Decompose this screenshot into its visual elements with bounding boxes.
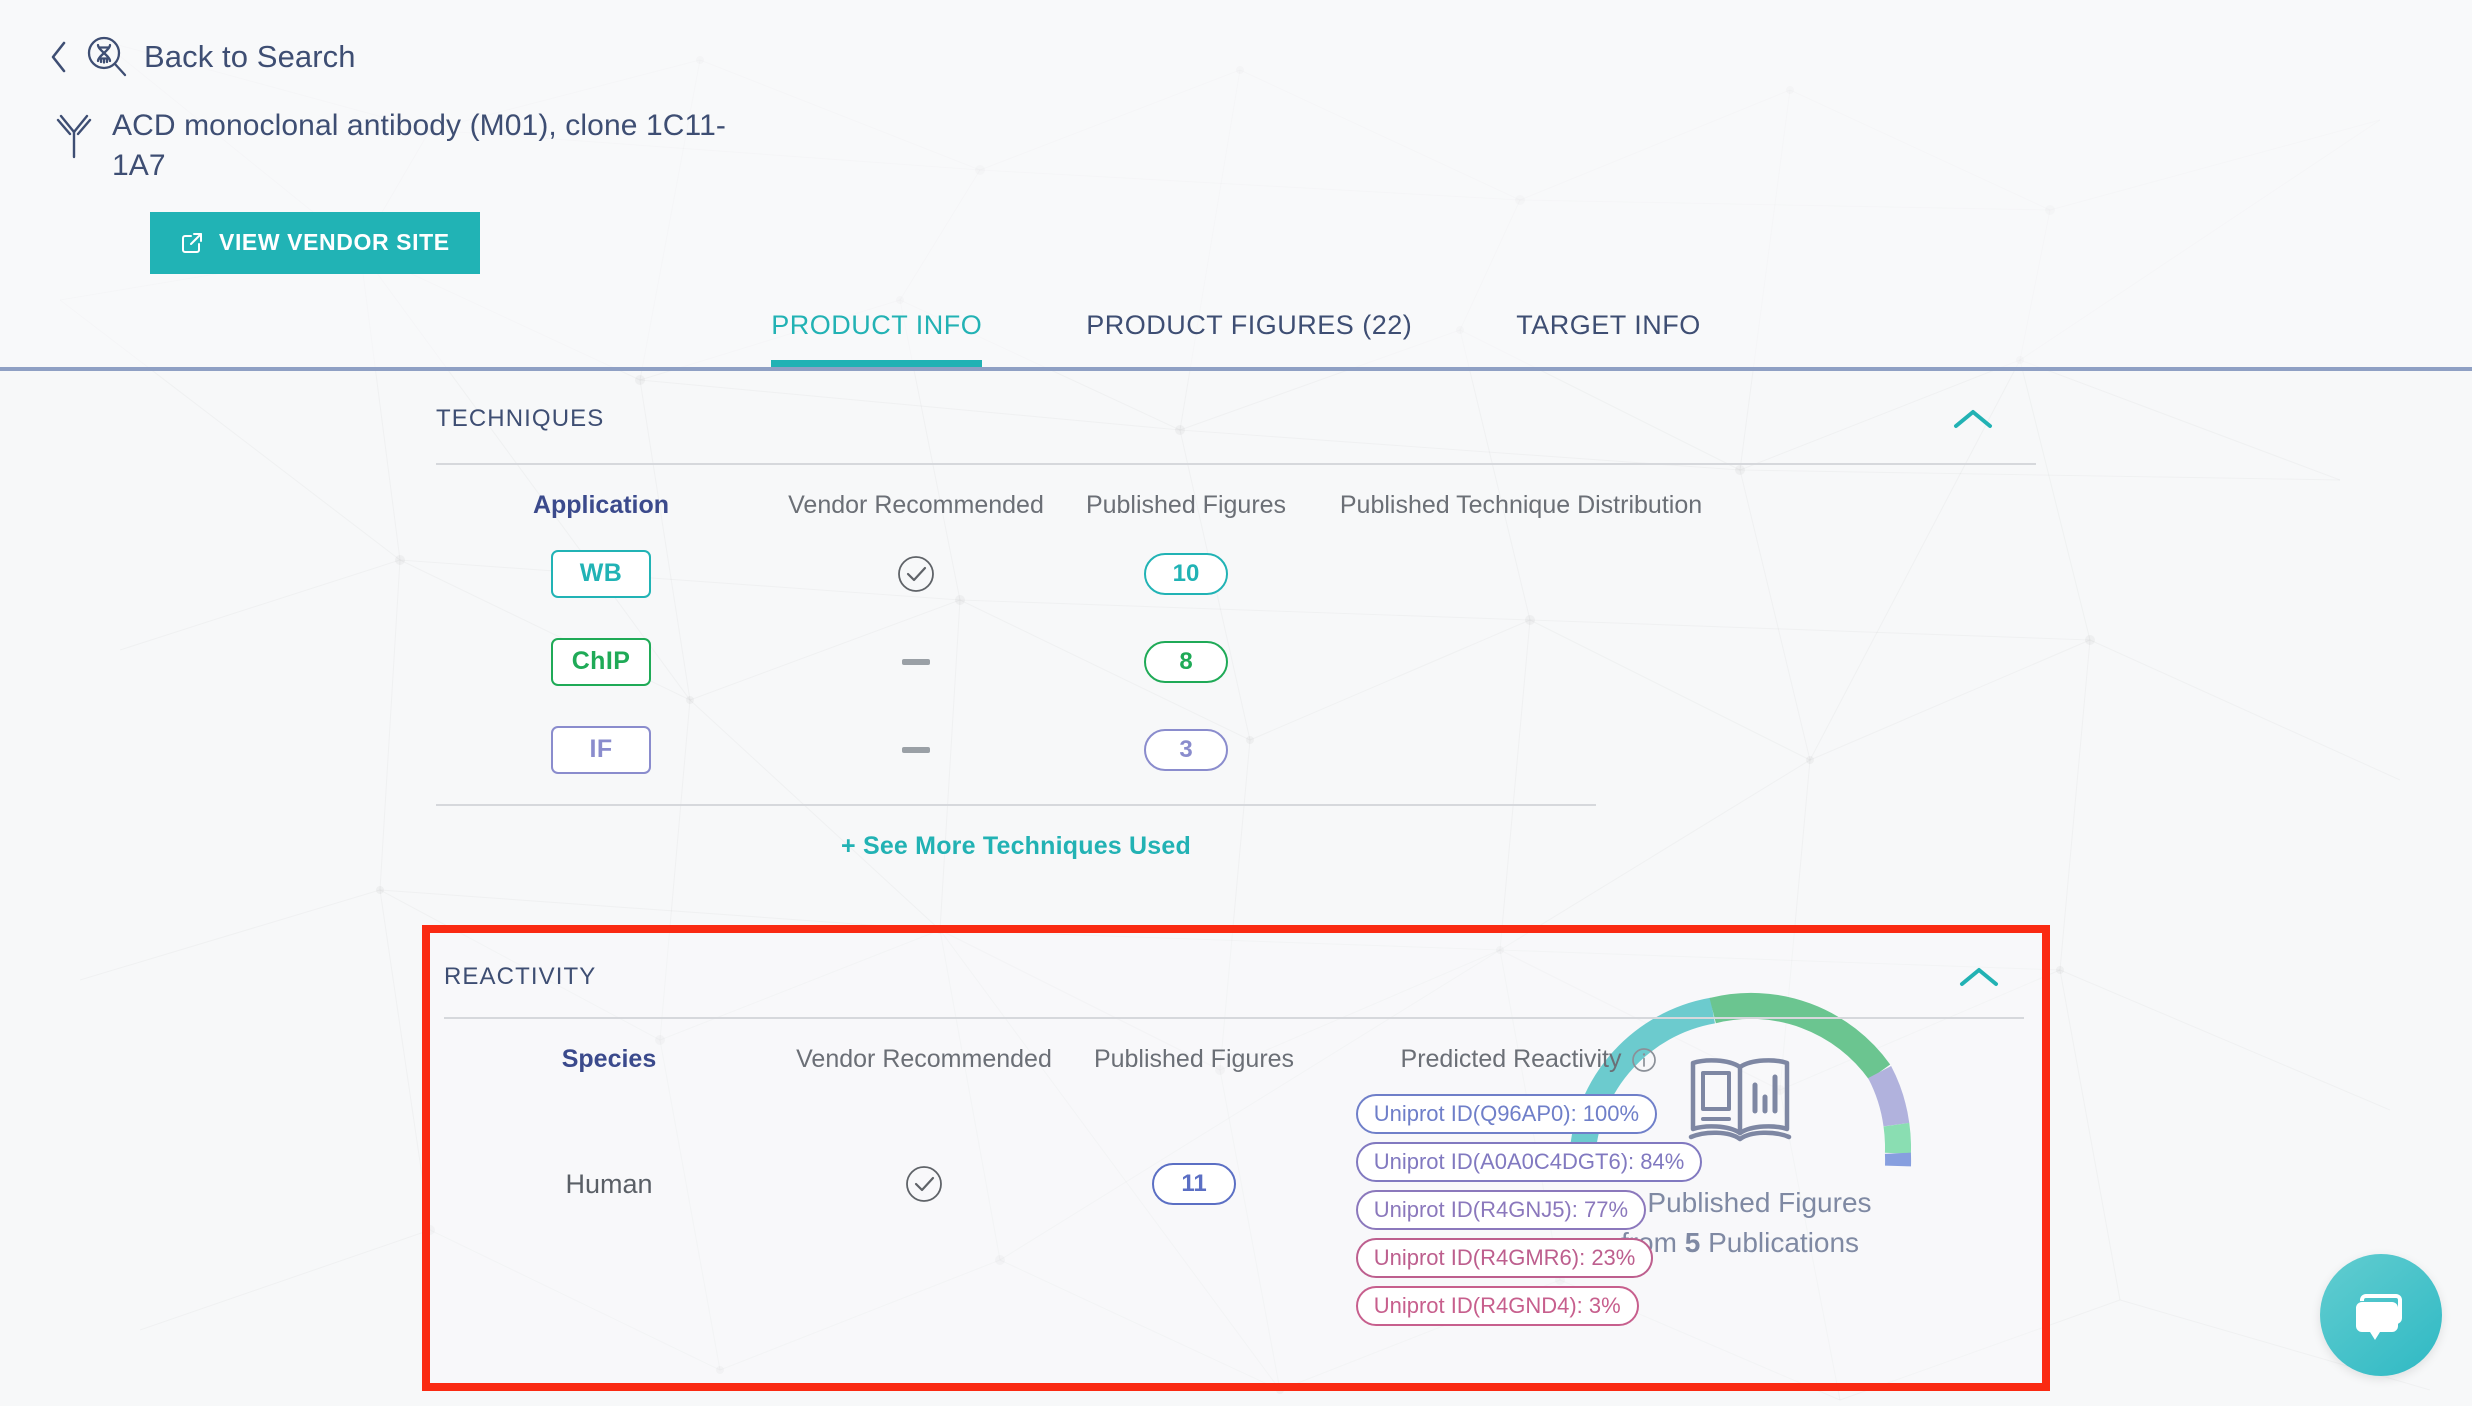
- published-figures-pill-chip[interactable]: 8: [1144, 640, 1228, 683]
- technique-tag-chip[interactable]: ChIP: [551, 637, 651, 686]
- vendor-recommended-cell: [774, 1084, 1074, 1284]
- column-header-published-figures: Published Figures: [1093, 1045, 1295, 1073]
- distribution-cell-spacer: [1306, 706, 1736, 794]
- technique-tag-if[interactable]: IF: [551, 725, 651, 774]
- tab-product-figures-label: PRODUCT FIGURES (22): [1086, 309, 1413, 340]
- view-vendor-site-button[interactable]: VIEW VENDOR SITE: [150, 211, 480, 274]
- reactivity-table: Species Vendor Recommended Published Fig…: [444, 1019, 2042, 1326]
- tab-product-figures[interactable]: PRODUCT FIGURES (22): [1034, 310, 1464, 367]
- table-row: IF: [436, 706, 766, 794]
- see-more-techniques-link[interactable]: + See More Techniques Used: [841, 832, 1191, 861]
- table-row: ChIP: [436, 618, 766, 706]
- uniprot-pill-list: Uniprot ID(Q96AP0): 100% Uniprot ID(A0A0…: [1355, 1084, 1703, 1326]
- tab-bar: PRODUCT INFO PRODUCT FIGURES (22) TARGET…: [0, 310, 2472, 367]
- species-name-human: Human: [565, 1168, 653, 1199]
- reactivity-section-header[interactable]: REACTIVITY: [444, 933, 2042, 1017]
- published-figures-pill-wb[interactable]: 10: [1144, 552, 1228, 595]
- page-header: Back to Search ACD monoclonal antibody (…: [0, 0, 2472, 371]
- reactivity-section-highlight: REACTIVITY Species Vendor Recommended Pu…: [422, 925, 2050, 1391]
- info-icon[interactable]: [1631, 1047, 1657, 1073]
- dash-icon: [902, 658, 930, 665]
- tab-target-info[interactable]: TARGET INFO: [1464, 310, 1753, 367]
- techniques-table: Application Vendor Recommended Published…: [436, 465, 2036, 794]
- back-to-search-label: Back to Search: [144, 39, 356, 74]
- predicted-reactivity-cell: Uniprot ID(Q96AP0): 100% Uniprot ID(A0A0…: [1314, 1084, 1744, 1326]
- uniprot-pill[interactable]: Uniprot ID(R4GMR6): 23%: [1355, 1238, 1654, 1278]
- published-figures-pill-human[interactable]: 11: [1152, 1163, 1236, 1205]
- techniques-section-header[interactable]: TECHNIQUES: [436, 371, 2036, 463]
- chat-bubble-icon: [2350, 1282, 2412, 1349]
- column-header-predicted-reactivity: Predicted Reactivity: [1314, 1045, 1744, 1084]
- check-circle-icon: [905, 1165, 943, 1203]
- vendor-recommended-cell: [766, 706, 1066, 794]
- reactivity-section: REACTIVITY Species Vendor Recommended Pu…: [430, 933, 2042, 1383]
- uniprot-pill[interactable]: Uniprot ID(R4GND4): 3%: [1355, 1286, 1639, 1326]
- techniques-section: TECHNIQUES Application Vendor Recommende…: [0, 371, 2472, 1258]
- antibody-icon: [52, 110, 96, 160]
- vendor-recommended-cell: [766, 618, 1066, 706]
- column-header-published-figures: Published Figures: [1085, 490, 1287, 519]
- column-header-vendor-recommended: Vendor Recommended: [796, 1045, 1052, 1073]
- column-header-application[interactable]: Application: [436, 491, 766, 530]
- uniprot-pill[interactable]: Uniprot ID(R4GNJ5): 77%: [1355, 1190, 1647, 1230]
- column-header-published-technique-distribution: Published Technique Distribution: [1339, 490, 1703, 519]
- table-row: WB: [436, 530, 766, 618]
- chevron-up-icon[interactable]: [1956, 963, 2002, 991]
- published-figures-cell: 10: [1066, 530, 1306, 618]
- view-vendor-site-label: VIEW VENDOR SITE: [219, 229, 450, 256]
- check-circle-icon: [897, 555, 935, 593]
- page-root: Back to Search ACD monoclonal antibody (…: [0, 0, 2472, 1406]
- column-header-predicted-reactivity-label: Predicted Reactivity: [1400, 1045, 1622, 1073]
- page-title: ACD monoclonal antibody (M01), clone 1C1…: [112, 109, 726, 182]
- table-row: Human: [444, 1084, 774, 1284]
- dash-icon: [902, 746, 930, 753]
- tab-target-info-label: TARGET INFO: [1516, 309, 1701, 340]
- vendor-recommended-cell: [766, 530, 1066, 618]
- published-figures-cell: 3: [1066, 706, 1306, 794]
- chevron-left-icon: [48, 40, 70, 74]
- column-header-vendor-recommended: Vendor Recommended: [788, 490, 1044, 519]
- tab-product-info[interactable]: PRODUCT INFO: [719, 310, 1034, 367]
- product-title-row: ACD monoclonal antibody (M01), clone 1C1…: [0, 106, 2472, 186]
- tab-product-info-label: PRODUCT INFO: [771, 309, 983, 340]
- published-figures-pill-if[interactable]: 3: [1144, 728, 1228, 771]
- uniprot-pill[interactable]: Uniprot ID(A0A0C4DGT6): 84%: [1355, 1142, 1703, 1182]
- technique-tag-wb[interactable]: WB: [551, 549, 651, 598]
- distribution-cell-spacer: [1306, 530, 1736, 618]
- reactivity-title: REACTIVITY: [444, 963, 597, 990]
- chat-widget-button[interactable]: [2320, 1254, 2442, 1376]
- external-link-icon: [180, 231, 204, 255]
- dna-search-icon: [84, 34, 130, 80]
- techniques-title: TECHNIQUES: [436, 404, 605, 432]
- column-header-species[interactable]: Species: [444, 1045, 774, 1084]
- published-figures-cell: 11: [1074, 1084, 1314, 1284]
- back-to-search-link[interactable]: Back to Search: [0, 28, 2472, 86]
- published-figures-cell: 8: [1066, 618, 1306, 706]
- distribution-cell-spacer: [1306, 618, 1736, 706]
- uniprot-pill[interactable]: Uniprot ID(Q96AP0): 100%: [1355, 1094, 1658, 1134]
- chevron-up-icon[interactable]: [1950, 405, 1996, 433]
